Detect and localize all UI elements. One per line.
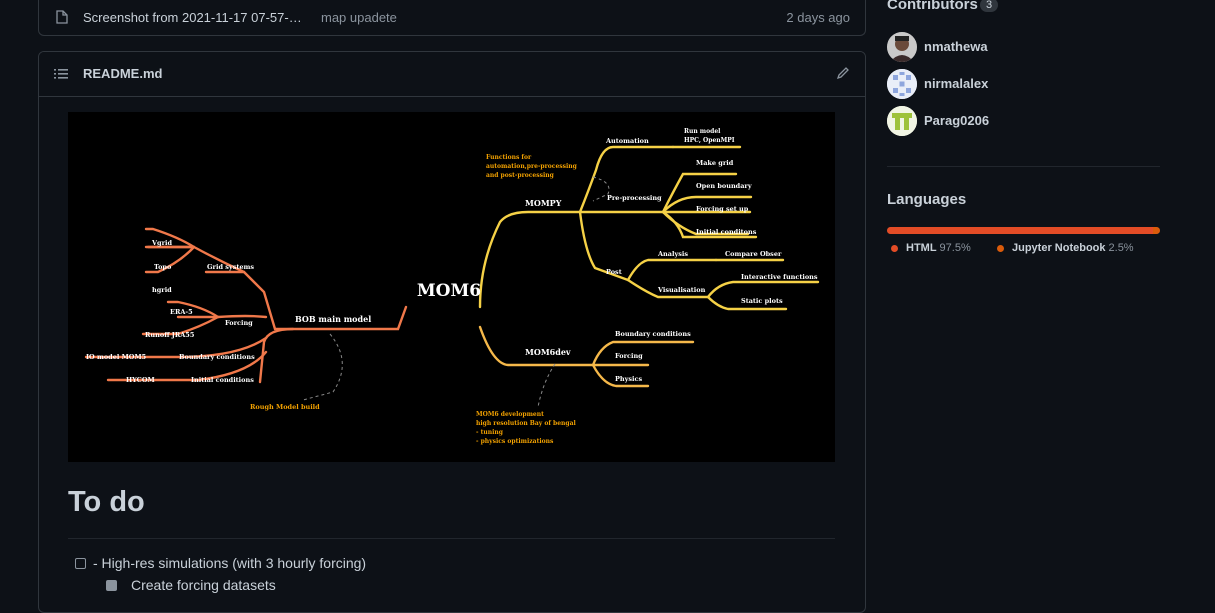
mindmap-pre-item: Forcing set up — [696, 205, 749, 213]
mindmap-automation: Automation — [605, 137, 649, 145]
avatar[interactable] — [887, 106, 917, 136]
mindmap-mompy-note: and post-processing — [486, 172, 555, 179]
task-checkbox[interactable] — [106, 580, 117, 591]
mindmap-forcing: Forcing — [225, 319, 253, 327]
mindmap-dev-item: Boundary conditions — [615, 330, 691, 338]
task-label: - High-res simulations (with 3 hourly fo… — [93, 555, 367, 571]
commit-message-link[interactable]: map upadete — [321, 10, 397, 25]
language-bar-html — [887, 227, 1154, 234]
mindmap-boundary: Boundary conditions — [179, 353, 255, 361]
contributor-name[interactable]: nirmalalex — [924, 76, 988, 91]
mindmap-visualisation: Visualisation — [657, 286, 706, 294]
mindmap-mompy: MOMPY — [525, 198, 562, 208]
mindmap-center-label: MOM6 — [417, 281, 481, 301]
mindmap-analysis-item: Compare Obser — [725, 250, 782, 258]
mindmap-left-hub: BOB main model — [295, 314, 371, 324]
mindmap-dev-note: MOM6 development — [476, 411, 544, 418]
mindmap-automation-item: HPC, OpenMPI — [684, 137, 735, 144]
mindmap-dev-note: - tuning — [476, 429, 504, 436]
mindmap-vis-item: Interactive functions — [741, 273, 818, 281]
language-dot-icon — [997, 244, 1004, 252]
mindmap-mom6dev: MOM6dev — [525, 347, 571, 357]
mindmap-mompy-note: automation,pre-processing — [486, 163, 578, 170]
language-item-html[interactable]: HTML 97.5% — [891, 242, 971, 254]
mindmap-image: MOM6 BOB main model Rough Model build Gr… — [68, 112, 835, 462]
contributor-name[interactable]: Parag0206 — [924, 113, 989, 128]
file-row[interactable]: Screenshot from 2021-11-17 07-57-… map u… — [39, 0, 865, 35]
mindmap-automation-item: Run model — [684, 128, 721, 135]
mindmap-boundary-item: IO model MOM5 — [86, 353, 147, 361]
sidebar-divider — [887, 166, 1160, 167]
mindmap-analysis: Analysis — [657, 250, 688, 258]
mindmap-mompy-note: Functions for — [486, 154, 532, 161]
language-bar-jupyter — [1153, 227, 1160, 234]
mindmap-pre-item: Initial conditons — [696, 228, 757, 236]
mindmap-left-note: Rough Model build — [250, 403, 320, 411]
task-checkbox[interactable] — [75, 558, 86, 569]
readme-panel: README.md MOM6 BOB main model Rough Mode… — [38, 51, 866, 613]
mindmap-vis-item: Static plots — [741, 297, 783, 305]
contributors-heading[interactable]: Contributors — [887, 0, 978, 13]
mindmap-preprocessing: Pre-processing — [607, 194, 662, 202]
contributors-count-badge: 3 — [980, 0, 999, 12]
pencil-icon[interactable] — [836, 66, 850, 83]
language-percent: 2.5% — [1108, 242, 1134, 254]
heading-divider — [68, 538, 835, 539]
mindmap-dev-note: - physics optimizations — [476, 438, 554, 445]
mindmap-pre-item: Make grid — [696, 159, 734, 167]
mindmap-post: Post — [606, 268, 622, 276]
mindmap-initial: Initial conditions — [191, 376, 254, 384]
todo-heading: To do — [68, 486, 145, 518]
mindmap-forcing-item: Runoff JRA55 — [145, 331, 195, 339]
language-dot-icon — [891, 244, 898, 252]
mindmap-grid-item: Vgrid — [151, 239, 172, 247]
language-name: HTML — [906, 242, 937, 254]
mindmap-dev-item: Forcing — [615, 352, 643, 360]
mindmap-grid-item: hgrid — [152, 286, 172, 294]
file-list: Screenshot from 2021-11-17 07-57-… map u… — [38, 0, 866, 36]
mindmap-forcing-item: ERA-5 — [170, 308, 193, 316]
file-name-link[interactable]: Screenshot from 2021-11-17 07-57-… — [83, 10, 302, 25]
language-percent: 97.5% — [939, 242, 971, 254]
avatar[interactable] — [887, 69, 917, 99]
readme-header: README.md — [39, 52, 865, 97]
mindmap-grid-systems: Grid systems — [207, 263, 254, 271]
mindmap-pre-item: Open boundary — [696, 182, 752, 190]
language-item-jupyter[interactable]: Jupyter Notebook 2.5% — [997, 242, 1134, 254]
mindmap-dev-item: Physics — [615, 375, 642, 383]
language-name: Jupyter Notebook — [1012, 242, 1106, 254]
commit-age: 2 days ago — [786, 10, 850, 25]
avatar[interactable] — [887, 32, 917, 62]
mindmap-initial-item: HYCOM — [126, 376, 155, 384]
task-label: Create forcing datasets — [131, 577, 276, 593]
languages-heading: Languages — [887, 191, 967, 208]
mindmap-dev-note: high resolution Bay of bengal — [476, 420, 576, 427]
readme-title-link[interactable]: README.md — [83, 66, 162, 81]
mindmap-grid-item: Topo — [154, 263, 172, 271]
language-bar — [887, 227, 1160, 234]
contributor-name[interactable]: nmathewa — [924, 39, 988, 54]
file-icon — [56, 10, 68, 27]
table-of-contents-icon[interactable] — [54, 67, 68, 83]
